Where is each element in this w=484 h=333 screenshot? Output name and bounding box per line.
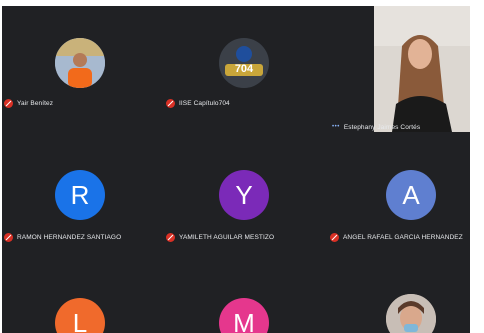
participant-label: IISE Capítulo704 [166,97,230,109]
participant-video-estephany[interactable] [374,6,470,132]
participant-tile-photo[interactable] [314,274,470,333]
participant-tile-ramon[interactable]: R RAMON HERNANDEZ SANTIAGO [2,140,158,249]
person-photo-icon [386,294,436,333]
more-options-icon[interactable]: ••• [332,124,340,130]
avatar: Y [219,170,269,220]
participant-photo [55,38,105,88]
avatar: A [386,170,436,220]
participant-label: Yair Benítez [4,97,53,109]
avatar: M [219,298,269,333]
video-frame [374,6,470,132]
mic-off-icon [330,232,339,242]
participant-name: ANGEL RAFAEL GARCIA HERNANDEZ [343,233,463,241]
participant-label: YAMILETH AGUILAR MESTIZO [166,231,274,243]
iise-logo: 704 [219,38,269,88]
participant-tile-yamileth[interactable]: Y YAMILETH AGUILAR MESTIZO [158,140,314,249]
mic-off-icon [166,98,175,108]
participant-tile-l[interactable]: L [2,274,158,333]
participant-name: Estephany Jaimes Cortés [343,123,421,131]
mic-off-icon [4,98,13,108]
logo-text: 704 [234,63,254,75]
mic-off-icon [4,232,13,242]
meeting-grid: Yair Benítez 704 IISE Capítulo704 ••• Es… [2,6,470,333]
participant-name: RAMON HERNANDEZ SANTIAGO [17,233,122,241]
participant-label: RAMON HERNANDEZ SANTIAGO [4,231,121,243]
participant-label-estephany: ••• Estephany Jaimes Cortés [332,121,420,133]
mic-off-icon [166,232,175,242]
person-photo-icon [55,38,105,88]
participant-tile-m[interactable]: M [158,274,314,333]
avatar: R [55,170,105,220]
participant-name: YAMILETH AGUILAR MESTIZO [179,233,275,241]
participant-tile-angel[interactable]: A ANGEL RAFAEL GARCIA HERNANDEZ [314,140,470,249]
participant-tile-yair[interactable]: Yair Benítez [2,6,158,115]
participant-tile-iise[interactable]: 704 IISE Capítulo704 [158,6,314,115]
participant-label: ANGEL RAFAEL GARCIA HERNANDEZ [330,231,463,243]
avatar: L [55,298,105,333]
participant-photo [386,294,436,333]
participant-name: IISE Capítulo704 [179,99,230,107]
participant-name: Yair Benítez [17,99,54,107]
